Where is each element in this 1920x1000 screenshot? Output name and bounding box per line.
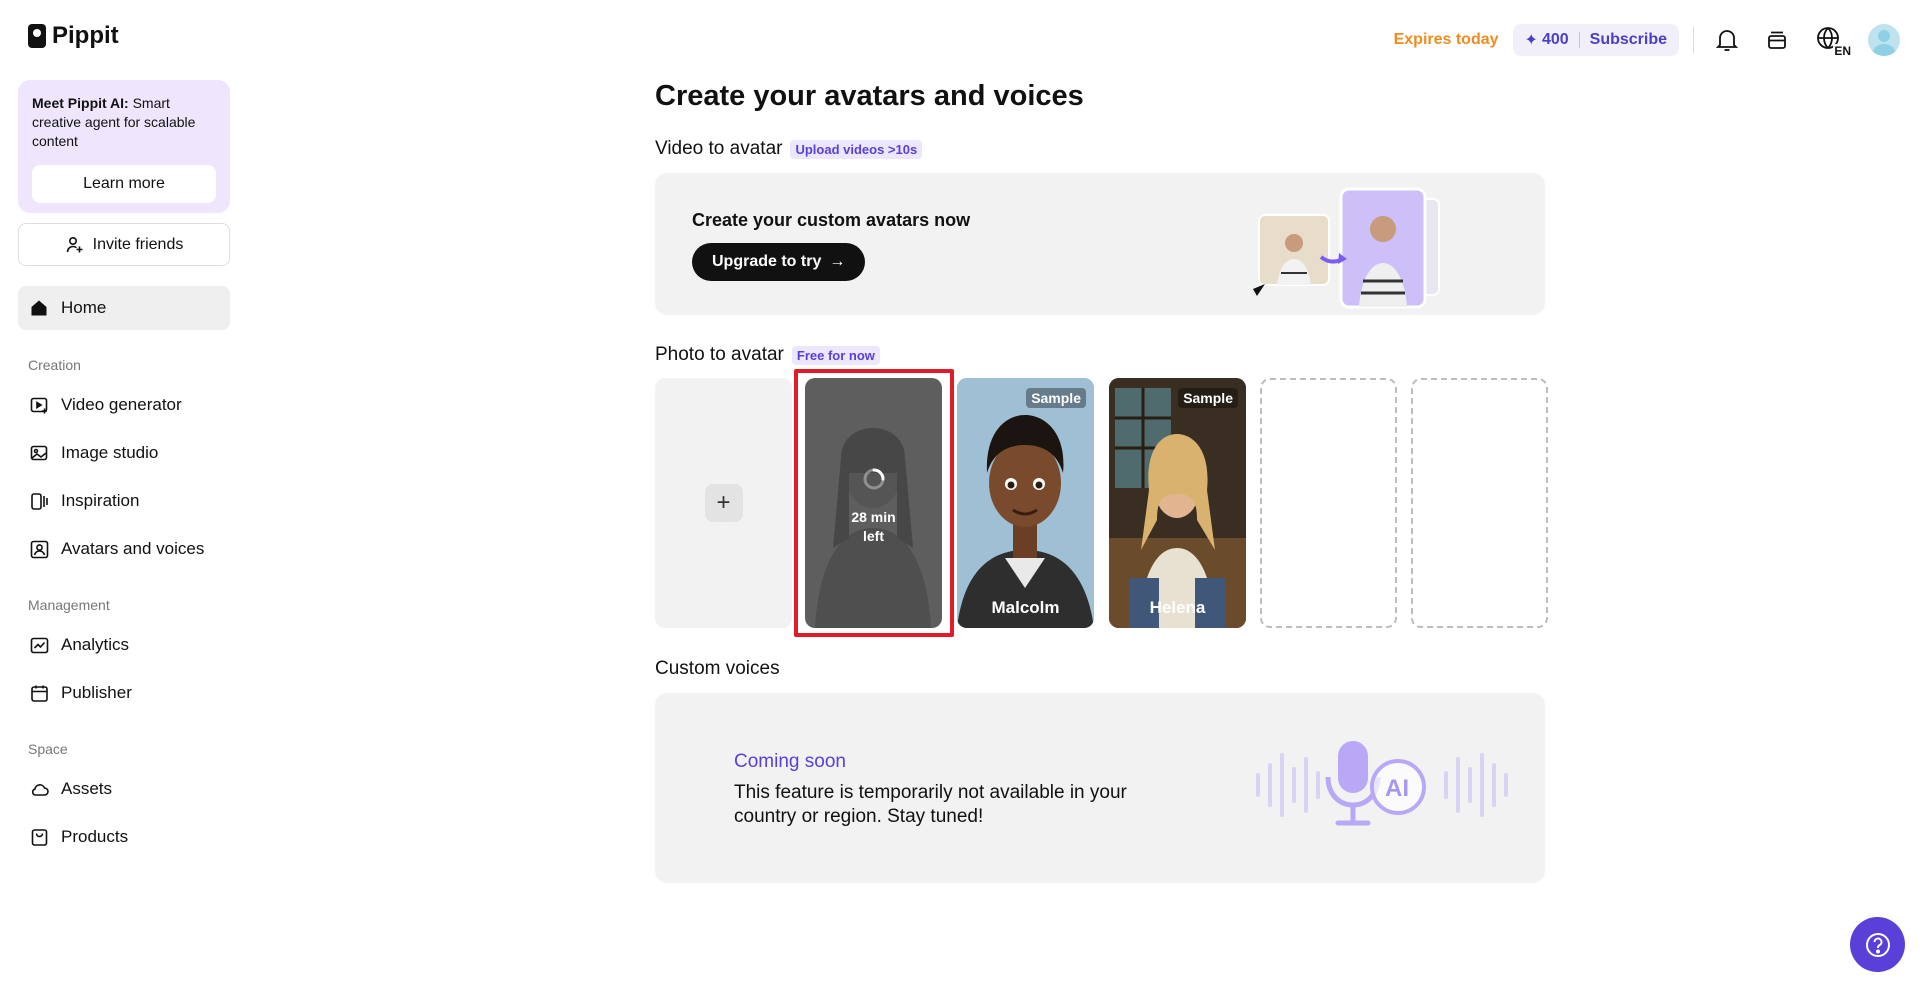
upsell-title: Create your custom avatars now	[692, 210, 971, 230]
notification-bell-icon[interactable]	[1712, 25, 1742, 55]
photo-to-avatar-heading: Photo to avatar Free for now	[655, 344, 880, 366]
loading-spinner-icon	[863, 468, 885, 490]
photo-avatar-row: + 28 min left Sample Malcolm Sample Hele…	[655, 369, 1548, 637]
avatar-frame-icon	[29, 539, 49, 559]
invite-friends-button[interactable]: Invite friends	[18, 223, 230, 266]
header-actions: Expires today ✦ 400 Subscribe EN	[1394, 20, 1900, 60]
avatar-silhouette	[815, 428, 931, 628]
credits-pill[interactable]: ✦ 400 Subscribe	[1512, 24, 1679, 56]
sample-avatar-helena[interactable]: Sample Helena	[1109, 378, 1246, 628]
help-button[interactable]	[1850, 917, 1905, 972]
avatar-name: Helena	[1149, 598, 1206, 617]
sidebar-item-inspiration[interactable]: Inspiration	[18, 479, 230, 523]
ai-voice-illustration: AI	[1256, 741, 1508, 826]
expires-label[interactable]: Expires today	[1394, 31, 1499, 49]
custom-voices-heading: Custom voices	[655, 658, 780, 680]
sidebar-item-label: Video generator	[61, 395, 182, 414]
time-remaining-line2: left	[863, 528, 884, 544]
sidebar-item-label: Products	[61, 827, 129, 846]
language-code: EN	[1833, 44, 1852, 58]
sidebar-item-label: Image studio	[61, 443, 159, 462]
custom-voices-label: Custom voices	[655, 658, 780, 679]
processing-avatar-card[interactable]: 28 min left	[805, 378, 942, 628]
invite-friends-label: Invite friends	[92, 235, 184, 253]
empty-avatar-slot	[1411, 378, 1548, 628]
avatar-name: Malcolm	[991, 598, 1060, 617]
video-to-avatar-heading: Video to avatar Upload videos >10s	[655, 138, 923, 160]
sidebar-item-video-generator[interactable]: Video generator	[18, 383, 230, 427]
sidebar-item-avatars-voices[interactable]: Avatars and voices	[18, 527, 230, 571]
upgrade-to-try-button[interactable]: Upgrade to try →	[692, 243, 866, 281]
sidebar-item-label: Publisher	[61, 683, 132, 702]
subscribe-button[interactable]: Subscribe	[1590, 31, 1667, 49]
avatar-upsell-illustration	[1253, 187, 1440, 309]
language-globe-icon[interactable]: EN	[1812, 25, 1852, 58]
promo-text: Meet Pippit AI: Smart creative agent for…	[32, 94, 216, 151]
inspiration-icon	[29, 491, 49, 511]
sidebar-item-label: Assets	[61, 779, 113, 798]
sidebar-item-image-studio[interactable]: Image studio	[18, 431, 230, 475]
coming-soon-label: Coming soon	[734, 751, 846, 772]
sidebar: Pippit Meet Pippit AI: Smart creative ag…	[0, 0, 250, 1000]
stack-icon[interactable]	[1762, 25, 1792, 55]
credits-divider	[1578, 32, 1580, 48]
pippit-logo-icon	[28, 24, 46, 48]
video-to-avatar-label: Video to avatar	[655, 138, 783, 159]
pippit-ai-promo: Meet Pippit AI: Smart creative agent for…	[18, 80, 230, 213]
add-photo-avatar-card[interactable]: +	[655, 378, 792, 628]
promo-bold: Meet Pippit AI:	[32, 95, 129, 111]
video-avatar-upsell-card: Create your custom avatars now Upgrade t…	[655, 173, 1545, 315]
pippit-logo[interactable]: Pippit	[28, 22, 119, 50]
learn-more-button[interactable]: Learn more	[32, 165, 216, 203]
sidebar-item-analytics[interactable]: Analytics	[18, 623, 230, 667]
upgrade-label: Upgrade to try	[712, 253, 822, 270]
product-box-icon	[29, 827, 49, 847]
image-plus-icon	[29, 443, 49, 463]
sparkle-icon: ✦	[1524, 32, 1538, 49]
sidebar-item-label: Inspiration	[61, 491, 140, 510]
home-icon	[29, 298, 49, 318]
app-name: Pippit	[52, 22, 119, 49]
user-avatar[interactable]	[1868, 24, 1900, 56]
app-root: Pippit Meet Pippit AI: Smart creative ag…	[0, 0, 1920, 1000]
main-content: Create your avatars and voices Video to …	[655, 80, 1548, 883]
photo-to-avatar-label: Photo to avatar	[655, 344, 784, 365]
time-remaining: 28 min left	[805, 508, 942, 546]
svg-text:AI: AI	[1385, 775, 1409, 802]
sidebar-item-label: Home	[61, 298, 107, 317]
section-space: Space	[28, 741, 68, 757]
calendar-icon	[29, 683, 49, 703]
helena-portrait	[1109, 378, 1246, 628]
video-plus-icon	[29, 395, 49, 415]
sidebar-item-publisher[interactable]: Publisher	[18, 671, 230, 715]
arrow-right-icon: →	[829, 253, 846, 270]
sidebar-item-assets[interactable]: Assets	[18, 767, 230, 811]
sidebar-item-home[interactable]: Home	[18, 286, 230, 330]
sidebar-item-label: Analytics	[61, 635, 130, 654]
analytics-icon	[29, 635, 49, 655]
sidebar-item-products[interactable]: Products	[18, 815, 230, 859]
upload-videos-tag: Upload videos >10s	[790, 139, 923, 159]
page-title: Create your avatars and voices	[655, 80, 1084, 112]
sample-badge: Sample	[1026, 388, 1086, 408]
add-person-icon	[65, 235, 85, 255]
custom-voices-card: Coming soon This feature is temporarily …	[655, 693, 1545, 883]
section-creation: Creation	[28, 357, 81, 373]
voices-description: This feature is temporarily not availabl…	[734, 782, 1127, 827]
plus-icon[interactable]: +	[704, 484, 743, 522]
malcolm-portrait	[957, 378, 1094, 628]
time-remaining-line1: 28 min	[851, 509, 896, 525]
section-management: Management	[28, 597, 110, 613]
question-mark-icon	[1865, 932, 1890, 957]
cloud-icon	[29, 779, 49, 799]
sidebar-item-label: Avatars and voices	[61, 539, 205, 558]
header-divider	[1693, 27, 1694, 53]
sample-avatar-malcolm[interactable]: Sample Malcolm	[957, 378, 1094, 628]
credits-count: 400	[1541, 31, 1569, 48]
free-for-now-tag: Free for now	[791, 345, 880, 365]
empty-avatar-slot	[1260, 378, 1397, 628]
sample-badge: Sample	[1178, 388, 1238, 408]
